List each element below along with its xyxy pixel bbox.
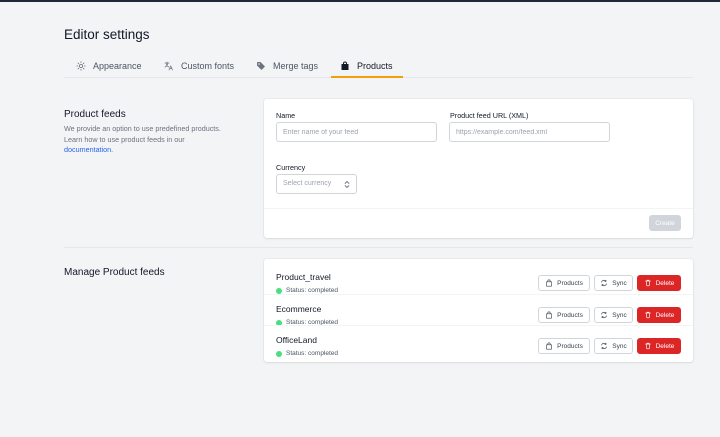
button-label: Delete xyxy=(655,342,675,350)
product-feeds-description: We provide an option to use predefined p… xyxy=(64,124,221,154)
manage-feeds-title: Manage Product feeds xyxy=(64,267,165,278)
button-label: Products xyxy=(557,342,583,350)
create-button[interactable]: Create xyxy=(649,215,681,231)
products-button[interactable]: Products xyxy=(538,307,590,323)
currency-placeholder: Select currency xyxy=(283,180,332,187)
button-label: Sync xyxy=(612,279,627,287)
shopping-bag-icon xyxy=(341,61,349,70)
product-feeds-title: Product feeds xyxy=(64,109,126,120)
list-item: OfficeLand Status: completed Products Sy… xyxy=(264,325,693,357)
delete-button[interactable]: Delete xyxy=(637,307,681,323)
tab-label: Custom fonts xyxy=(181,61,235,71)
url-label: Product feed URL (XML) xyxy=(450,111,529,120)
button-label: Products xyxy=(557,311,583,319)
chevron-up-down-icon xyxy=(344,180,350,189)
name-label: Name xyxy=(276,111,296,120)
sync-button[interactable]: Sync xyxy=(594,275,633,291)
sync-button[interactable]: Sync xyxy=(594,307,633,323)
button-label: Delete xyxy=(655,311,675,319)
button-label: Products xyxy=(557,279,583,287)
documentation-link[interactable]: documentation xyxy=(64,145,111,154)
status-text: Status: completed xyxy=(286,350,339,357)
shopping-bag-icon xyxy=(546,311,552,319)
button-label: Sync xyxy=(612,311,627,319)
sun-icon xyxy=(76,61,86,71)
tag-icon xyxy=(257,62,265,70)
status-dot-icon xyxy=(276,350,282,357)
trash-icon xyxy=(644,342,651,350)
tab-label: Products xyxy=(357,61,393,71)
feed-name: Product_travel xyxy=(276,272,331,282)
trash-icon xyxy=(644,311,651,319)
currency-label: Currency xyxy=(276,163,306,172)
feed-name: OfficeLand xyxy=(276,335,317,345)
top-border xyxy=(0,0,720,2)
name-input[interactable] xyxy=(276,122,437,142)
tab-products[interactable]: Products xyxy=(331,55,403,78)
products-button[interactable]: Products xyxy=(538,275,590,291)
refresh-icon xyxy=(601,311,607,319)
feed-name: Ecommerce xyxy=(276,304,322,314)
delete-button[interactable]: Delete xyxy=(637,338,681,354)
url-input[interactable] xyxy=(449,122,610,142)
button-label: Sync xyxy=(612,342,627,350)
button-label: Delete xyxy=(655,279,675,287)
tab-merge-tags[interactable]: Merge tags xyxy=(256,55,318,78)
feeds-list: Product_travel Status: completed Product… xyxy=(264,259,693,362)
description-text: We provide an option to use predefined p… xyxy=(64,124,221,144)
status-badge: Status: completed xyxy=(276,287,338,294)
tab-custom-fonts[interactable]: Custom fonts xyxy=(164,55,234,78)
tab-label: Appearance xyxy=(93,61,142,71)
products-button[interactable]: Products xyxy=(538,338,590,354)
shopping-bag-icon xyxy=(546,342,552,350)
delete-button[interactable]: Delete xyxy=(637,275,681,291)
refresh-icon xyxy=(601,279,607,287)
shopping-bag-icon xyxy=(546,279,552,287)
list-item: Product_travel Status: completed Product… xyxy=(264,263,693,294)
status-badge: Status: completed xyxy=(276,350,338,357)
currency-select[interactable]: Select currency xyxy=(276,174,357,194)
translate-icon xyxy=(164,61,173,71)
page-title: Editor settings xyxy=(64,27,150,42)
product-feed-form: Name Product feed URL (XML) Currency Sel… xyxy=(264,99,693,238)
sync-button[interactable]: Sync xyxy=(594,338,633,354)
status-dot-icon xyxy=(276,287,282,294)
tab-appearance[interactable]: Appearance xyxy=(76,55,142,78)
status-text: Status: completed xyxy=(286,287,339,294)
tab-label: Merge tags xyxy=(273,61,319,71)
settings-tabs: Appearance Custom fonts Merge tags Produ… xyxy=(64,55,693,78)
refresh-icon xyxy=(601,342,607,350)
form-footer-divider xyxy=(264,208,693,209)
trash-icon xyxy=(644,279,651,287)
list-item: Ecommerce Status: completed Products Syn… xyxy=(264,294,693,326)
section-divider xyxy=(64,247,693,248)
